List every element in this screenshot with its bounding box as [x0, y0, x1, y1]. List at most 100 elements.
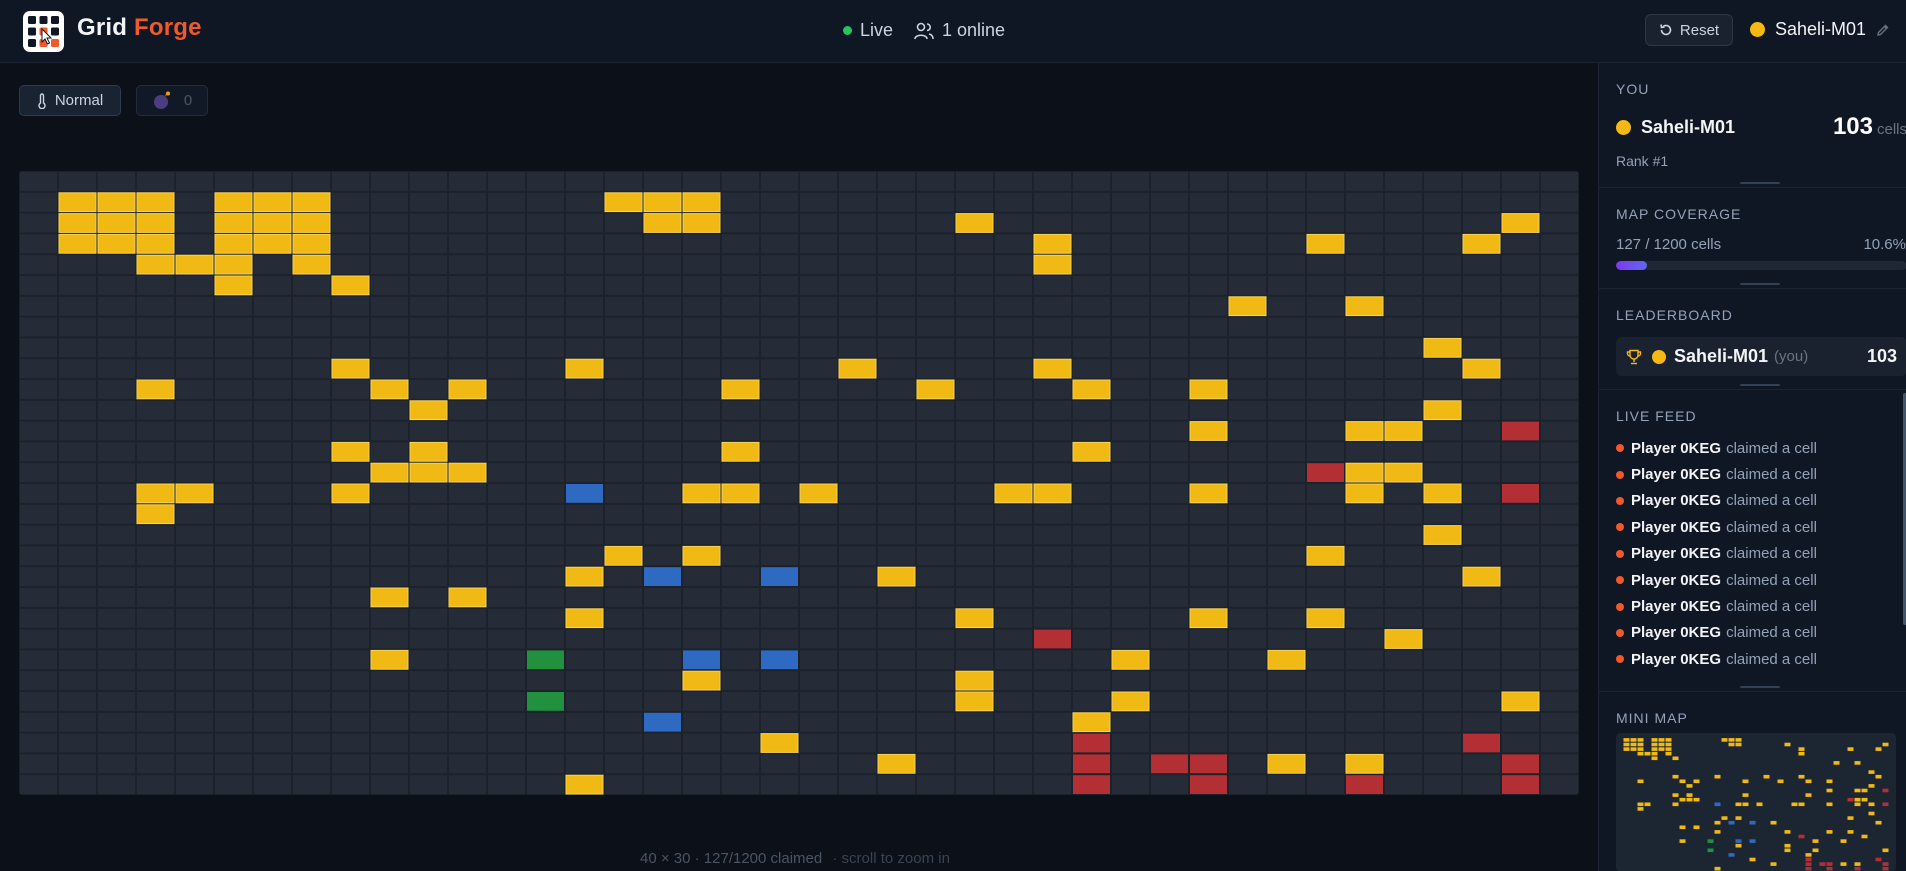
grid-cell-empty[interactable]: [1541, 172, 1578, 191]
grid-cell-empty[interactable]: [1229, 380, 1266, 399]
grid-cell-empty[interactable]: [1463, 546, 1500, 566]
grid-cell-claimed[interactable]: [1033, 233, 1072, 254]
grid-cell-empty[interactable]: [137, 400, 174, 420]
grid-cell-empty[interactable]: [800, 546, 837, 566]
grid-cell-empty[interactable]: [449, 650, 486, 670]
grid-cell-empty[interactable]: [917, 525, 954, 545]
grid-cell-empty[interactable]: [449, 692, 486, 711]
grid-cell-empty[interactable]: [176, 442, 213, 462]
grid-cell-empty[interactable]: [1346, 338, 1383, 358]
grid-cell-empty[interactable]: [1268, 588, 1305, 607]
grid-cell-empty[interactable]: [137, 442, 174, 462]
grid-cell-empty[interactable]: [1229, 463, 1266, 482]
grid-cell-claimed[interactable]: [683, 650, 720, 670]
grid-cell-empty[interactable]: [371, 276, 408, 295]
grid-cell-empty[interactable]: [176, 525, 213, 545]
grid-cell-empty[interactable]: [176, 629, 213, 649]
grid-cell-empty[interactable]: [956, 442, 993, 462]
grid-cell-empty[interactable]: [410, 712, 447, 732]
grid-cell-empty[interactable]: [1268, 484, 1305, 503]
grid-cell-empty[interactable]: [917, 775, 954, 794]
grid-cell-empty[interactable]: [449, 608, 486, 628]
grid-cell-empty[interactable]: [1463, 338, 1500, 358]
grid-cell-claimed[interactable]: [644, 712, 681, 732]
grid-cell-empty[interactable]: [1424, 712, 1461, 732]
grid-cell-empty[interactable]: [1541, 463, 1578, 482]
grid-cell-empty[interactable]: [995, 400, 1032, 420]
grid-cell-claimed[interactable]: [643, 192, 682, 213]
grid-cell-empty[interactable]: [1502, 255, 1539, 274]
grid-cell-empty[interactable]: [800, 525, 837, 545]
grid-cell-empty[interactable]: [59, 712, 96, 732]
grid-cell-empty[interactable]: [293, 733, 330, 753]
grid-cell-empty[interactable]: [1073, 650, 1110, 670]
grid-cell-empty[interactable]: [605, 421, 642, 441]
grid-cell-empty[interactable]: [59, 754, 96, 774]
grid-cell-empty[interactable]: [371, 317, 408, 337]
grid-cell-claimed[interactable]: [1190, 775, 1227, 794]
grid-cell-empty[interactable]: [254, 421, 291, 441]
grid-cell-empty[interactable]: [488, 588, 525, 607]
grid-cell-empty[interactable]: [644, 733, 681, 753]
grid-cell-empty[interactable]: [59, 629, 96, 649]
grid-cell-empty[interactable]: [1463, 317, 1500, 337]
grid-cell-empty[interactable]: [176, 463, 213, 482]
grid-cell-empty[interactable]: [371, 442, 408, 462]
grid-cell-empty[interactable]: [449, 255, 486, 274]
grid-cell-empty[interactable]: [1034, 172, 1071, 191]
grid-cell-claimed[interactable]: [1345, 753, 1384, 774]
grid-cell-empty[interactable]: [878, 484, 915, 503]
grid-cell-empty[interactable]: [566, 234, 603, 254]
grid-cell-empty[interactable]: [1151, 421, 1188, 441]
grid-cell-empty[interactable]: [995, 421, 1032, 441]
grid-cell-empty[interactable]: [176, 733, 213, 753]
grid-cell-empty[interactable]: [98, 567, 135, 586]
grid-cell-empty[interactable]: [1229, 588, 1266, 607]
grid-cell-empty[interactable]: [839, 276, 876, 295]
grid-cell-empty[interactable]: [215, 629, 252, 649]
grid-cell-empty[interactable]: [800, 234, 837, 254]
grid-cell-empty[interactable]: [683, 775, 720, 794]
grid-cell-empty[interactable]: [1307, 213, 1344, 233]
grid-cell-empty[interactable]: [332, 213, 369, 233]
grid-cell-empty[interactable]: [98, 671, 135, 690]
grid-cell-empty[interactable]: [449, 712, 486, 732]
grid-cell-empty[interactable]: [215, 712, 252, 732]
grid-cell-empty[interactable]: [1268, 504, 1305, 524]
grid-cell-empty[interactable]: [527, 671, 564, 690]
grid-cell-empty[interactable]: [917, 463, 954, 482]
grid-cell-empty[interactable]: [1268, 380, 1305, 399]
grid-cell-empty[interactable]: [1190, 504, 1227, 524]
grid-cell-empty[interactable]: [1346, 192, 1383, 212]
grid-cell-empty[interactable]: [761, 608, 798, 628]
grid-cell-empty[interactable]: [722, 276, 759, 295]
grid-cell-empty[interactable]: [995, 504, 1032, 524]
grid-cell-empty[interactable]: [1424, 380, 1461, 399]
grid-cell-empty[interactable]: [215, 754, 252, 774]
grid-cell-empty[interactable]: [20, 775, 57, 794]
grid-cell-claimed[interactable]: [292, 254, 331, 275]
grid-cell-empty[interactable]: [176, 317, 213, 337]
grid-cell-empty[interactable]: [761, 400, 798, 420]
grid-cell-empty[interactable]: [1307, 525, 1344, 545]
grid-cell-empty[interactable]: [1190, 463, 1227, 482]
grid-cell-empty[interactable]: [605, 172, 642, 191]
grid-cell-empty[interactable]: [644, 754, 681, 774]
grid-cell-empty[interactable]: [1541, 380, 1578, 399]
grid-cell-empty[interactable]: [137, 588, 174, 607]
grid-cell-empty[interactable]: [1541, 754, 1578, 774]
grid-cell-empty[interactable]: [839, 588, 876, 607]
grid-cell-empty[interactable]: [800, 172, 837, 191]
grid-cell-claimed[interactable]: [1073, 733, 1110, 753]
grid-cell-empty[interactable]: [527, 525, 564, 545]
grid-cell-empty[interactable]: [605, 338, 642, 358]
grid-cell-empty[interactable]: [410, 775, 447, 794]
grid-cell-empty[interactable]: [1424, 234, 1461, 254]
grid-cell-empty[interactable]: [566, 255, 603, 274]
grid-cell-empty[interactable]: [371, 567, 408, 586]
grid-cell-empty[interactable]: [137, 338, 174, 358]
grid-cell-empty[interactable]: [566, 317, 603, 337]
grid-cell-empty[interactable]: [1229, 567, 1266, 586]
grid-cell-empty[interactable]: [566, 213, 603, 233]
grid-cell-empty[interactable]: [1307, 317, 1344, 337]
